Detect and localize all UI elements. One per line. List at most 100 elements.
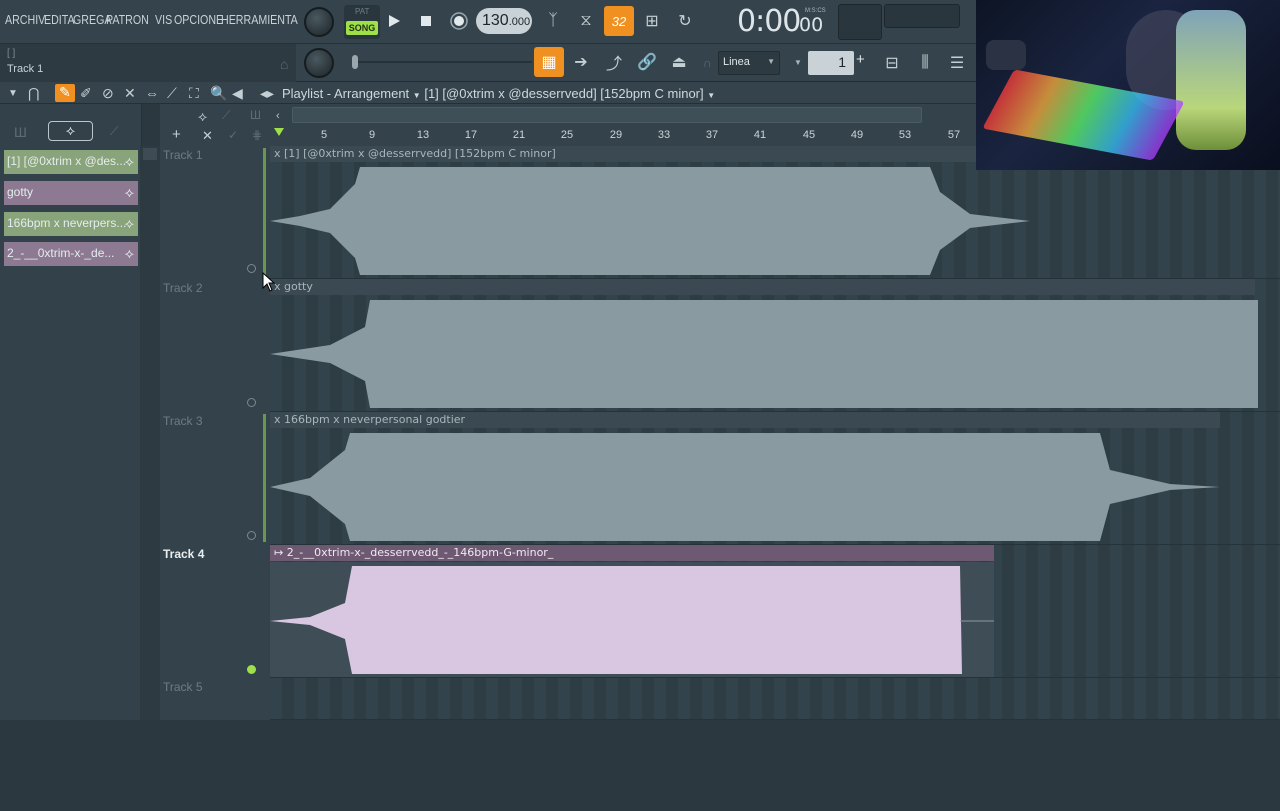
- menu-editar[interactable]: EDITA: [44, 12, 75, 27]
- master-volume-knob[interactable]: [304, 7, 334, 37]
- piano-icon: ⌂: [280, 56, 289, 72]
- song-position-handle[interactable]: [352, 55, 358, 69]
- magnet-icon[interactable]: ⋂: [28, 85, 39, 102]
- time-display[interactable]: 0:00 00 M:S:CS: [703, 2, 833, 42]
- audio-waveform: [270, 167, 1030, 275]
- track-label: Track 2: [163, 281, 203, 295]
- audio-clip-header[interactable]: ↦ 2_-__0xtrim-x-_desserrvedd_-_146bpm-G-…: [270, 545, 994, 561]
- mute-tool-icon[interactable]: ✕: [124, 85, 136, 102]
- audio-clip-header[interactable]: x [1] [@0xtrim x @desserrvedd] [152bpm C…: [270, 146, 1005, 162]
- blend-notes-button[interactable]: ⊞: [637, 6, 667, 36]
- playlist-options-chevron-icon[interactable]: ▼: [8, 88, 18, 99]
- pat-song-switch[interactable]: PAT SONG: [344, 5, 380, 39]
- stop-button[interactable]: [414, 8, 438, 34]
- check-icon[interactable]: ✓: [228, 128, 238, 142]
- piano-roll-button[interactable]: ⫼: [910, 48, 940, 78]
- draw-tool-icon[interactable]: ✎: [55, 84, 75, 102]
- pattern-selector[interactable]: 1: [808, 51, 854, 75]
- menu-archivo[interactable]: ARCHIV: [5, 12, 45, 27]
- multilink-button[interactable]: 🔗: [632, 47, 662, 77]
- picker-patterns-icon[interactable]: Ш: [14, 124, 27, 140]
- scroll-left-icon[interactable]: ‹: [276, 110, 288, 122]
- typing-keyboard-button[interactable]: ▦: [534, 47, 564, 77]
- horizontal-scrollbar[interactable]: [292, 107, 922, 123]
- audio-clip-icon[interactable]: ⟡: [198, 108, 207, 125]
- automation-icon[interactable]: ⟋: [222, 108, 230, 123]
- song-position-slider[interactable]: [352, 54, 532, 70]
- track-header-tools: ⟡ ⟋ Ш + ✕ ✓ ⋕: [160, 104, 270, 146]
- arrangement-arrow-icon[interactable]: ◂▸: [260, 85, 274, 102]
- loop-record-button[interactable]: ↻: [670, 6, 700, 36]
- play-button[interactable]: [382, 8, 406, 34]
- channel-rack-button[interactable]: ☰: [942, 48, 972, 78]
- zoom-tool-icon[interactable]: 🔍: [210, 85, 227, 102]
- slice-tool-icon[interactable]: ⟋: [167, 85, 177, 102]
- audio-clip-header[interactable]: x gotty: [270, 279, 1255, 295]
- snap-select[interactable]: Linea ▼: [718, 51, 780, 75]
- picker-audio-tab[interactable]: ⟡: [48, 121, 93, 141]
- picker-clip[interactable]: 2_-__0xtrim-x-_de... ⟡: [4, 242, 138, 266]
- patterns-icon[interactable]: Ш: [250, 108, 261, 122]
- track-header[interactable]: Track 4: [162, 545, 262, 678]
- picker-clip[interactable]: 166bpm x neverpers... ⟡: [4, 212, 138, 236]
- tempo-display[interactable]: 130.000: [476, 8, 532, 34]
- ruler-tick: 41: [753, 129, 767, 141]
- playback-tool-icon[interactable]: ◀: [232, 85, 243, 102]
- picker-automation-icon[interactable]: ⟋: [110, 124, 118, 139]
- wait-input-button[interactable]: ⧖: [571, 6, 601, 36]
- track-lane[interactable]: x gotty: [270, 279, 1280, 412]
- menu-opciones[interactable]: OPCIONE: [174, 12, 223, 27]
- pattern-list-button[interactable]: ▼: [790, 51, 806, 75]
- track-mute-dot[interactable]: [247, 398, 256, 407]
- track-header[interactable]: Track 2: [162, 279, 262, 412]
- chevron-down-icon: ▼: [707, 91, 716, 100]
- select-tool-icon[interactable]: ⛶: [189, 85, 199, 102]
- audio-clip-icon: ⟡: [65, 122, 76, 138]
- countdown-button[interactable]: 32: [604, 6, 634, 36]
- track-lane[interactable]: [270, 678, 1280, 720]
- picker-clip[interactable]: [1] [@0xtrim x @des... ⟡: [4, 150, 138, 174]
- menu-patron[interactable]: PATRON: [106, 12, 149, 27]
- track-header[interactable]: Track 5: [162, 678, 262, 811]
- step-edit-button[interactable]: ➔: [566, 47, 596, 77]
- scroll-up-icon[interactable]: [143, 148, 157, 160]
- delete-tool-icon[interactable]: ⊘: [102, 85, 114, 102]
- track-mute-dot[interactable]: [247, 264, 256, 273]
- tempo-value: 130: [482, 12, 509, 29]
- master-pitch-knob[interactable]: [304, 48, 334, 78]
- record-button[interactable]: [446, 8, 472, 34]
- track-mute-dot[interactable]: [247, 665, 256, 674]
- song-label[interactable]: SONG: [346, 21, 378, 35]
- paint-tool-icon[interactable]: ✐: [80, 85, 92, 102]
- audio-clip-title: x 166bpm x neverpersonal godtier: [274, 413, 466, 426]
- menu-herramientas[interactable]: HERRAMIENTA: [221, 12, 298, 27]
- snap-value: Linea: [723, 56, 750, 68]
- audio-clip-icon: ⟡: [124, 153, 134, 169]
- playlist-title[interactable]: Playlist - Arrangement ▼ [1] [@0xtrim x …: [282, 86, 715, 101]
- slip-tool-icon[interactable]: ⇔: [145, 85, 159, 101]
- track-header[interactable]: Track 3: [162, 412, 262, 545]
- playhead-marker[interactable]: [274, 128, 284, 136]
- close-icon[interactable]: ✕: [202, 128, 213, 144]
- audio-clip-title: x gotty: [274, 280, 313, 293]
- loop-icon: ↻: [678, 13, 692, 30]
- menu-vista[interactable]: VIS: [155, 12, 172, 27]
- ruler-tick: 13: [416, 129, 430, 141]
- playlist-button[interactable]: ⊟: [877, 48, 907, 78]
- track-header[interactable]: Track 1: [162, 146, 262, 279]
- grid-icon[interactable]: ⋕: [252, 128, 262, 142]
- record-icon: [450, 12, 468, 30]
- add-pattern-button[interactable]: +: [856, 51, 870, 75]
- track-lane[interactable]: x 166bpm x neverpersonal godtier: [263, 412, 1280, 545]
- time-centiseconds: 00: [799, 14, 824, 36]
- track-scrollbar[interactable]: [140, 146, 160, 720]
- picker-clip[interactable]: gotty ⟡: [4, 181, 138, 205]
- metronome-button[interactable]: ᛉ: [538, 6, 568, 36]
- midi-button[interactable]: ⏏: [664, 47, 694, 77]
- track-lane[interactable]: ↦ 2_-__0xtrim-x-_desserrvedd_-_146bpm-G-…: [270, 545, 1280, 678]
- audio-clip-header[interactable]: x 166bpm x neverpersonal godtier: [270, 412, 1220, 428]
- track-mute-dot[interactable]: [247, 531, 256, 540]
- auto-scroll-button[interactable]: ⤴: [599, 47, 629, 77]
- clip-start-marker: [263, 414, 266, 542]
- add-track-button[interactable]: +: [172, 126, 181, 143]
